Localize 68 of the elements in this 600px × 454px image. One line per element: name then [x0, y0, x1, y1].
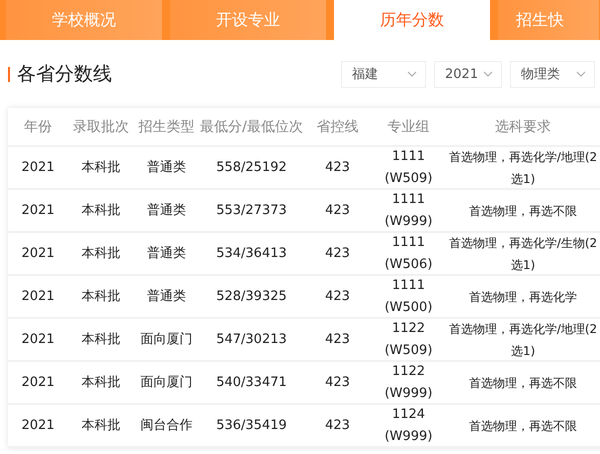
- table-cell-text: 423: [324, 202, 351, 220]
- table-cell-text: 423: [324, 288, 351, 306]
- section-title: 各省分数线: [17, 62, 113, 87]
- dropdown[interactable]: 福建: [341, 60, 426, 88]
- table-cell-text: 423: [324, 158, 351, 176]
- column-header: 专业组: [386, 118, 430, 136]
- table-cell-text: 首选物理，再选化学: [468, 288, 578, 306]
- tab[interactable]: 招生快: [498, 0, 599, 40]
- table-cell-text: 本科批: [80, 288, 122, 306]
- chevron-down-icon: [407, 71, 417, 77]
- table-cell-text: 1124 (W999): [384, 406, 434, 446]
- table-cell-text: 423: [324, 244, 351, 262]
- table-cell-text: 本科批: [80, 202, 122, 220]
- table-cell-text: 2021: [20, 158, 56, 176]
- table-cell-text: 本科批: [80, 158, 122, 176]
- chevron-down-icon: [483, 71, 493, 77]
- column-header: 年份: [23, 118, 53, 136]
- table-cell-text: 553/27373: [215, 202, 288, 220]
- table-cell-text: 1111 (W506): [384, 234, 434, 274]
- table-cell-text: 本科批: [80, 330, 122, 348]
- table-cell-text: 本科批: [80, 244, 122, 262]
- column-header: 录取批次: [72, 118, 130, 136]
- table-cell-text: 本科批: [80, 374, 122, 392]
- table-cell-text: 首选物理，再选化学/地理(2选1): [448, 148, 598, 188]
- table-cell-text: 普通类: [146, 158, 187, 176]
- column-header: 选科要求: [494, 118, 552, 136]
- table-cell-text: 闽台合作: [140, 416, 194, 434]
- column-header: 省控线: [316, 118, 360, 136]
- table-cell-text: 558/25192: [215, 158, 288, 176]
- table-cell-text: 2021: [20, 288, 56, 306]
- table-cell-text: 423: [324, 330, 351, 348]
- tab[interactable]: 历年分数: [334, 0, 490, 40]
- table-cell-text: 首选物理，再选不限: [468, 202, 578, 220]
- table-cell-text: 1111 (W509): [384, 148, 434, 188]
- table-cell-text: 普通类: [146, 202, 187, 220]
- dropdown[interactable]: 物理类: [510, 60, 595, 88]
- table-cell-text: 普通类: [146, 288, 187, 306]
- table-cell-text: 2021: [20, 374, 56, 392]
- table-cell-text: 1111 (W999): [384, 190, 434, 230]
- table-cell-text: 423: [324, 416, 351, 434]
- tab[interactable]: 学校概况: [6, 0, 162, 40]
- table-cell-text: 2021: [20, 244, 56, 262]
- table-cell-text: 2021: [20, 330, 56, 348]
- table-cell-text: 540/33471: [215, 374, 288, 392]
- table-cell-text: 首选物理，再选化学/生物(2选1): [448, 234, 598, 274]
- accent-bar: [8, 66, 10, 82]
- table-cell-text: 2021: [20, 416, 56, 434]
- table-cell-text: 首选物理，再选化学/地理(2选1): [448, 320, 598, 360]
- tab[interactable]: 开设专业: [170, 0, 326, 40]
- dropdown[interactable]: 2021: [434, 60, 502, 88]
- table-cell-text: 423: [324, 374, 351, 392]
- table-cell-text: 面向厦门: [140, 330, 194, 348]
- table-cell-text: 普通类: [146, 244, 187, 262]
- table-cell-text: 528/39325: [215, 288, 288, 306]
- table-cell-text: 首选物理，再选不限: [468, 418, 578, 434]
- column-header: 招生类型: [138, 118, 196, 136]
- table-cell-text: 547/30213: [215, 330, 288, 348]
- table-cell-text: 面向厦门: [140, 374, 194, 392]
- table-cell-text: 1122 (W509): [384, 320, 434, 360]
- table-cell-text: 1111 (W500): [384, 276, 434, 316]
- table-cell-text: 1122 (W999): [384, 362, 434, 402]
- table-cell-text: 536/35419: [215, 416, 288, 434]
- column-header: 最低分/最低位次: [199, 118, 304, 136]
- table-cell-text: 首选物理，再选不限: [468, 374, 578, 392]
- chevron-down-icon: [576, 71, 586, 77]
- table-cell-text: 本科批: [80, 416, 122, 434]
- table-cell-text: 2021: [20, 202, 56, 220]
- table-cell-text: 534/36413: [215, 244, 288, 262]
